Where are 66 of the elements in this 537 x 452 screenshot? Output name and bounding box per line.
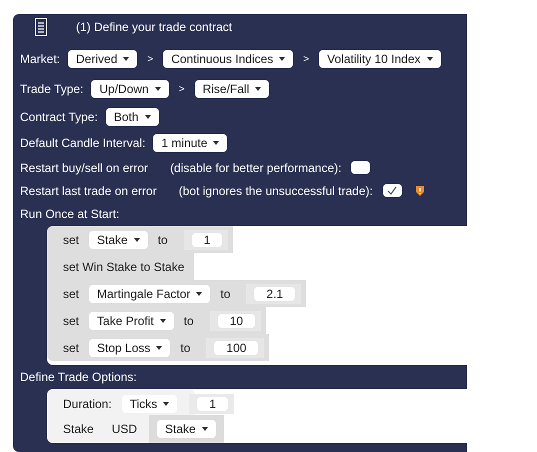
set-block[interactable]: set Stake to 1 (47, 226, 234, 253)
caret-icon (255, 87, 262, 91)
keyword: set (63, 286, 80, 300)
dropdown[interactable]: Rise/Fall (194, 80, 270, 98)
statement-block[interactable]: set Win Stake to Stake (47, 253, 194, 280)
field-label: Default Candle Interval: (20, 136, 146, 150)
check-icon (387, 186, 398, 195)
checkbox[interactable] (382, 184, 402, 197)
separator: > (147, 54, 154, 64)
dropdown[interactable]: Stake (157, 420, 216, 438)
caret-icon (426, 57, 433, 61)
field-label: Contract Type: (20, 110, 98, 124)
set-block[interactable]: set Take Profit to 10 (47, 307, 266, 334)
keyword: to (158, 232, 168, 246)
caret-icon (134, 238, 140, 242)
keyword: set (63, 314, 80, 328)
dropdown[interactable]: Volatility 10 Index (319, 50, 441, 68)
caret-icon (163, 402, 170, 406)
field-label: Stake (63, 422, 94, 436)
dropdown[interactable]: Continuous Indices (163, 50, 294, 68)
trade-contract-block[interactable] (13, 14, 467, 452)
dropdown[interactable]: Martingale Factor (89, 284, 210, 302)
keyword: to (220, 286, 230, 300)
caret-icon (123, 57, 130, 61)
number-field[interactable]: 10 (218, 314, 256, 328)
caret-icon (160, 318, 166, 322)
number-field[interactable]: 1 (192, 232, 222, 246)
number-field[interactable]: 2.1 (254, 286, 296, 300)
section-label: Run Once at Start: (20, 207, 120, 221)
caret-icon (202, 426, 208, 430)
caret-icon (213, 141, 220, 145)
keyword: set (63, 232, 80, 246)
keyword: to (180, 340, 190, 354)
separator: > (178, 84, 185, 94)
dropdown[interactable]: Take Profit (89, 312, 174, 330)
keyword: to (184, 314, 194, 328)
caret-icon (279, 57, 286, 61)
block-title: (1) Define your trade contract (76, 20, 232, 34)
caret-icon (154, 87, 161, 91)
field-label: Market: (20, 52, 60, 66)
dropdown[interactable]: Derived (68, 50, 138, 68)
section-label: Define Trade Options: (20, 370, 137, 384)
field-note: (bot ignores the unsuccessful trade): (178, 184, 373, 198)
field-label: Restart buy/sell on error (20, 160, 148, 174)
caret-icon (196, 292, 202, 296)
checkbox[interactable] (351, 161, 370, 174)
dropdown[interactable]: Stake (89, 230, 148, 248)
list-icon (35, 18, 47, 36)
set-block[interactable]: set Stop Loss to 100 (47, 334, 270, 361)
dropdown[interactable]: Up/Down (91, 80, 169, 98)
caret-icon (156, 346, 162, 350)
currency-label: USD (112, 422, 138, 436)
number-field[interactable]: 100 (214, 340, 258, 354)
caret-icon (144, 115, 151, 119)
dropdown[interactable]: Stop Loss (89, 338, 170, 356)
keyword: set (63, 340, 80, 354)
field-label: Trade Type: (20, 82, 84, 96)
field-note: (disable for better performance): (170, 160, 342, 174)
dropdown[interactable]: Ticks (122, 394, 178, 412)
separator: > (303, 54, 310, 64)
field-label: Restart last trade on error (20, 184, 157, 198)
field-label: Duration: (63, 396, 112, 410)
set-block[interactable]: set Martingale Factor to 2.1 (47, 280, 306, 307)
dropdown[interactable]: Both (106, 108, 159, 126)
number-field[interactable]: 1 (197, 396, 228, 410)
dropdown[interactable]: 1 minute (153, 134, 228, 152)
